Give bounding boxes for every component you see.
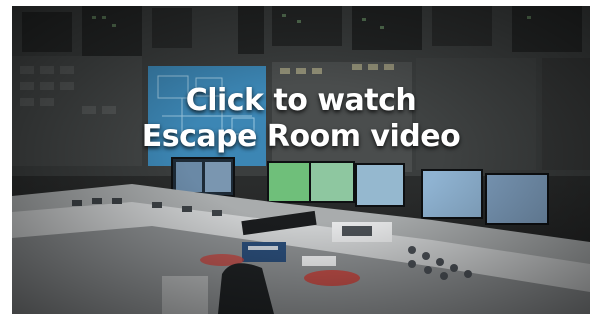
overlay-title-line2: Escape Room video — [141, 119, 461, 154]
control-room-image — [12, 6, 590, 314]
video-thumbnail-link[interactable]: Click to watch Escape Room video — [12, 6, 590, 314]
overlay-title-line1: Click to watch — [185, 83, 417, 118]
